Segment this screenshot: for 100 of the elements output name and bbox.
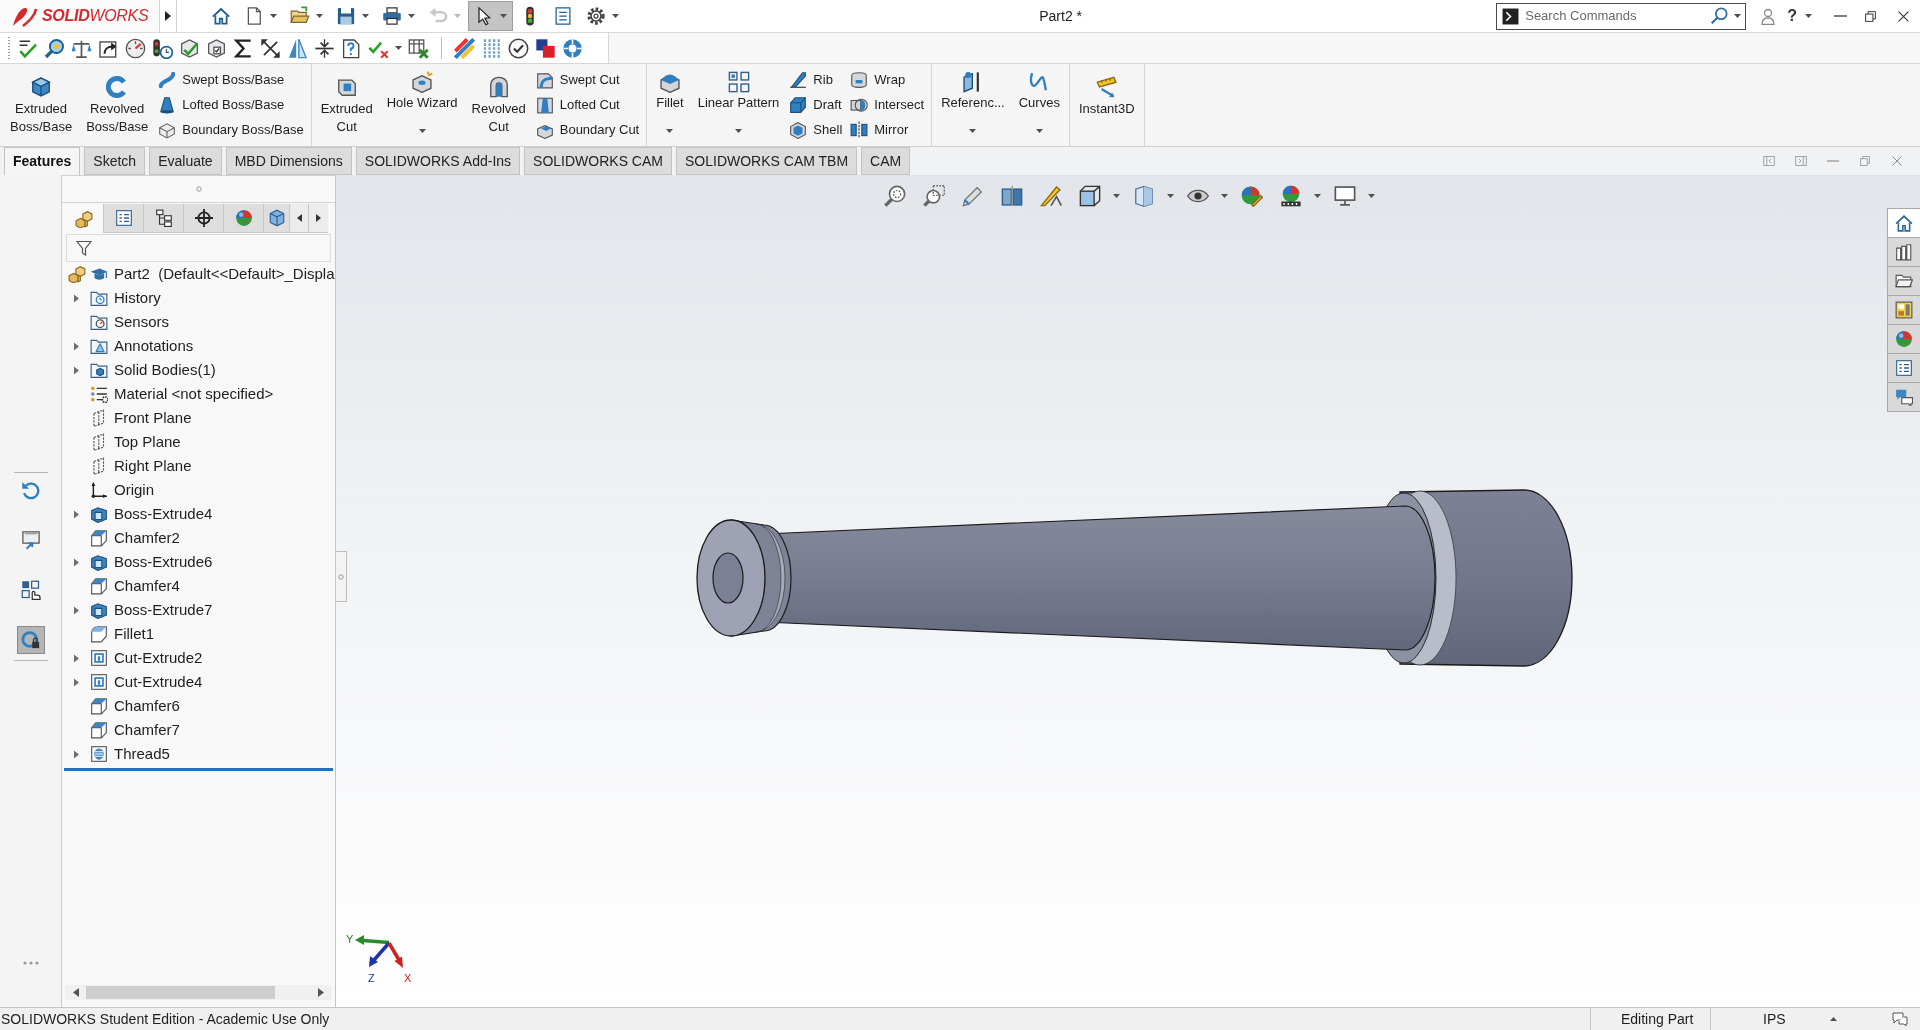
- grip-dot-icon[interactable]: [195, 186, 202, 192]
- expand-arrow-icon[interactable]: [71, 653, 81, 663]
- magnifier-square-icon[interactable]: [923, 185, 945, 207]
- scroll-right-button[interactable]: [309, 204, 328, 233]
- panel-tab[interactable]: [144, 204, 184, 233]
- command-button[interactable]: Revolved Boss/Base: [82, 64, 153, 146]
- task-pane-tab[interactable]: [1887, 266, 1920, 296]
- tree-item[interactable]: History: [114, 286, 161, 310]
- caret-icon[interactable]: [1314, 194, 1321, 198]
- tree-item[interactable]: Chamfer6: [114, 694, 180, 718]
- pointer-button[interactable]: [468, 1, 513, 31]
- tree-item[interactable]: Sensors: [114, 310, 170, 334]
- table-cross-icon[interactable]: [408, 37, 429, 59]
- command-button[interactable]: Shell: [789, 117, 845, 142]
- command-button[interactable]: Swept Cut: [535, 67, 642, 92]
- command-button[interactable]: Boundary Boss/Base: [158, 117, 306, 142]
- color-ball-pencil-icon[interactable]: [1241, 185, 1263, 207]
- ribbon-tab[interactable]: SOLIDWORKS Add-Ins: [355, 147, 521, 175]
- ribbon-tab[interactable]: MBD Dimensions: [225, 147, 352, 175]
- command-button[interactable]: Mirror: [850, 117, 927, 142]
- tree-item[interactable]: Cut-Extrude2: [114, 646, 203, 670]
- tree-item[interactable]: Thread5: [114, 742, 170, 766]
- caret-icon[interactable]: [1221, 194, 1228, 198]
- expand-arrow-icon[interactable]: [71, 365, 81, 375]
- cube-tick-icon[interactable]: [179, 37, 200, 59]
- caret-icon[interactable]: [1113, 194, 1120, 198]
- task-pane-tab[interactable]: [1887, 324, 1920, 354]
- tree-item[interactable]: Boss-Extrude6: [114, 550, 213, 574]
- tile-left-icon[interactable]: [1763, 155, 1775, 167]
- command-button[interactable]: Extruded Boss/Base: [6, 64, 77, 146]
- caret-icon[interactable]: [1167, 194, 1174, 198]
- command-button[interactable]: Linear Pattern: [693, 64, 784, 146]
- units-button[interactable]: IPS: [1763, 1008, 1837, 1030]
- color-stripes-icon[interactable]: [454, 37, 475, 59]
- command-button[interactable]: Hole Wizard: [382, 64, 462, 146]
- crossed-arrows-icon[interactable]: [260, 37, 281, 59]
- pencil-icon[interactable]: [962, 185, 984, 207]
- expand-arrow-icon[interactable]: [71, 509, 81, 519]
- tree-item[interactable]: Origin: [114, 478, 154, 502]
- tree-item[interactable]: Chamfer4: [114, 574, 180, 598]
- cube-checkbox-icon[interactable]: [206, 37, 227, 59]
- tile-right-icon[interactable]: [1795, 155, 1807, 167]
- search-icon[interactable]: [1710, 7, 1729, 25]
- monitor-icon[interactable]: [1334, 185, 1356, 207]
- search-field[interactable]: Search Commands: [1525, 6, 1705, 26]
- expand-arrow-icon[interactable]: [71, 557, 81, 567]
- task-pane-tab[interactable]: [1887, 353, 1920, 383]
- color-ball-film-icon[interactable]: [1280, 185, 1302, 207]
- tree-item[interactable]: Chamfer7: [114, 718, 180, 742]
- magnifier-dot-icon[interactable]: [44, 37, 65, 59]
- sectioned-block-icon[interactable]: [1001, 185, 1023, 207]
- tree-item[interactable]: Fillet1: [114, 622, 154, 646]
- shaded-cube-icon[interactable]: [1133, 185, 1155, 207]
- command-button[interactable]: Curves: [1014, 64, 1064, 146]
- expand-arrow-icon[interactable]: [71, 341, 81, 351]
- task-pane-tab[interactable]: [1887, 237, 1920, 267]
- command-button[interactable]: Lofted Cut: [535, 92, 642, 117]
- panel-collapse-handle[interactable]: [336, 551, 347, 602]
- command-button[interactable]: Draft: [789, 92, 845, 117]
- ring-icon[interactable]: [562, 37, 583, 59]
- tree-item[interactable]: Part2 (Default<<Default>_Displa: [114, 262, 335, 286]
- panel-tab[interactable]: [184, 204, 224, 233]
- command-button[interactable]: Rib: [789, 67, 845, 92]
- tree-item[interactable]: Boss-Extrude4: [114, 502, 213, 526]
- toolbar-grip-icon[interactable]: [7, 37, 11, 59]
- task-pane-tab[interactable]: [1887, 208, 1920, 238]
- tree-item[interactable]: Annotations: [114, 334, 194, 358]
- expand-arrow-icon[interactable]: [71, 749, 81, 759]
- caret-icon[interactable]: [395, 46, 402, 50]
- expand-arrow-icon[interactable]: [71, 605, 81, 615]
- dotted-grid-icon[interactable]: [481, 37, 502, 59]
- help-button[interactable]: ?: [1783, 0, 1816, 32]
- ribbon-tab[interactable]: SOLIDWORKS CAM: [524, 147, 672, 175]
- expand-arrow-icon[interactable]: [71, 293, 81, 303]
- compress-arrows-icon[interactable]: [314, 37, 335, 59]
- command-button[interactable]: Revolved Cut: [467, 64, 530, 146]
- circle-tick-icon[interactable]: [508, 37, 529, 59]
- ribbon-tab[interactable]: CAM: [861, 147, 911, 175]
- ribbon-tab[interactable]: Features: [4, 147, 81, 175]
- text-tick-icon[interactable]: [17, 37, 38, 59]
- magnifier-circle-icon[interactable]: [884, 185, 906, 207]
- caret-icon[interactable]: [1368, 194, 1375, 198]
- tree-item[interactable]: Cut-Extrude4: [114, 670, 203, 694]
- view-cube-icon[interactable]: [1079, 185, 1101, 207]
- tree-item[interactable]: Boss-Extrude7: [114, 598, 213, 622]
- sigma-icon[interactable]: [233, 37, 254, 59]
- split-shape-icon[interactable]: [287, 37, 308, 59]
- gauge-icon[interactable]: [125, 37, 146, 59]
- command-button[interactable]: Referenc...: [937, 64, 1009, 146]
- close-icon[interactable]: [1891, 155, 1903, 167]
- command-button[interactable]: Lofted Boss/Base: [158, 92, 306, 117]
- command-button[interactable]: Instant3D: [1074, 64, 1139, 146]
- tree-item[interactable]: Material <not specified>: [114, 382, 274, 406]
- ribbon-tab[interactable]: Sketch: [84, 147, 146, 175]
- command-button[interactable]: Boundary Cut: [535, 117, 642, 142]
- task-pane-tab[interactable]: [1887, 295, 1920, 325]
- search-bar[interactable]: Search Commands: [1496, 2, 1747, 30]
- expand-arrow-icon[interactable]: [71, 677, 81, 687]
- tree-item[interactable]: Solid Bodies(1): [114, 358, 216, 382]
- drafting-tools-icon[interactable]: [1040, 185, 1062, 207]
